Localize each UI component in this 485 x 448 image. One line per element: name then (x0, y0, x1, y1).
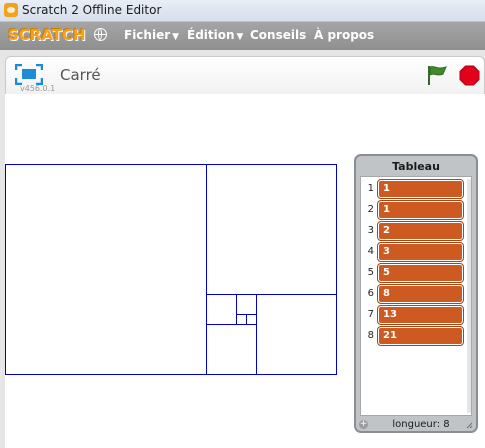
stop-button[interactable] (459, 65, 480, 86)
list-cell[interactable]: 8 (378, 285, 463, 303)
list-cell[interactable]: 1 (378, 180, 463, 198)
window-title: Scratch 2 Offline Editor (22, 3, 162, 17)
green-flag-icon (428, 66, 447, 85)
chevron-down-icon: ▼ (236, 32, 244, 42)
list-index: 1 (367, 183, 374, 194)
list-index: 6 (367, 288, 374, 299)
list-cell[interactable]: 21 (378, 327, 463, 345)
list-cell[interactable]: 13 (378, 306, 463, 324)
list-length-label: longueur: 8 (392, 419, 450, 430)
window-titlebar: Scratch 2 Offline Editor (0, 0, 485, 22)
list-scrollbar[interactable] (467, 179, 471, 413)
menu-edit[interactable]: Édition ▼ (187, 28, 243, 42)
list-index: 7 (367, 309, 374, 320)
version-label: v456.0.1 (20, 84, 56, 93)
list-item: 8 21 (361, 326, 465, 346)
stop-sign-icon (459, 65, 480, 86)
list-title: Tableau (392, 160, 440, 173)
globe-icon[interactable] (94, 28, 107, 41)
list-index: 3 (367, 225, 374, 236)
list-item: 6 8 (361, 284, 465, 304)
fullscreen-icon (15, 64, 43, 85)
list-monitor-tableau[interactable]: Tableau 1 1 2 1 3 2 4 3 5 5 6 8 7 13 8 2… (354, 154, 478, 433)
list-index: 2 (367, 204, 374, 215)
scratch-logo[interactable]: SCRATCH (8, 26, 86, 44)
list-index: 4 (367, 246, 374, 257)
list-item: 4 3 (361, 242, 465, 262)
list-index: 8 (367, 330, 374, 341)
list-item: 2 1 (361, 200, 465, 220)
list-item: 7 13 (361, 305, 465, 325)
list-item: 3 2 (361, 221, 465, 241)
menu-file[interactable]: Fichier ▼ (124, 28, 179, 42)
list-item: 5 5 (361, 263, 465, 283)
scratch-cat-icon (4, 3, 18, 17)
project-title[interactable]: Carré (60, 66, 101, 84)
list-cell[interactable]: 5 (378, 264, 463, 282)
menu-tips[interactable]: Conseils (250, 28, 306, 42)
menu-edit-label: Édition (187, 28, 235, 42)
resize-handle-icon[interactable] (466, 422, 473, 429)
menu-about[interactable]: À propos (314, 28, 374, 42)
list-cell[interactable]: 2 (378, 222, 463, 240)
green-flag-button[interactable] (426, 64, 448, 86)
list-index: 5 (367, 267, 374, 278)
outer-rectangle (5, 164, 337, 375)
menu-file-label: Fichier (124, 28, 171, 42)
list-cell[interactable]: 3 (378, 243, 463, 261)
list-item: 1 1 (361, 179, 465, 199)
list-cell[interactable]: 1 (378, 201, 463, 219)
list-body: 1 1 2 1 3 2 4 3 5 5 6 8 7 13 8 21 (360, 176, 472, 416)
menubar: SCRATCH Fichier ▼ Édition ▼ Conseils À pro… (0, 22, 485, 50)
fullscreen-button[interactable] (15, 64, 43, 85)
chevron-down-icon: ▼ (172, 32, 180, 42)
